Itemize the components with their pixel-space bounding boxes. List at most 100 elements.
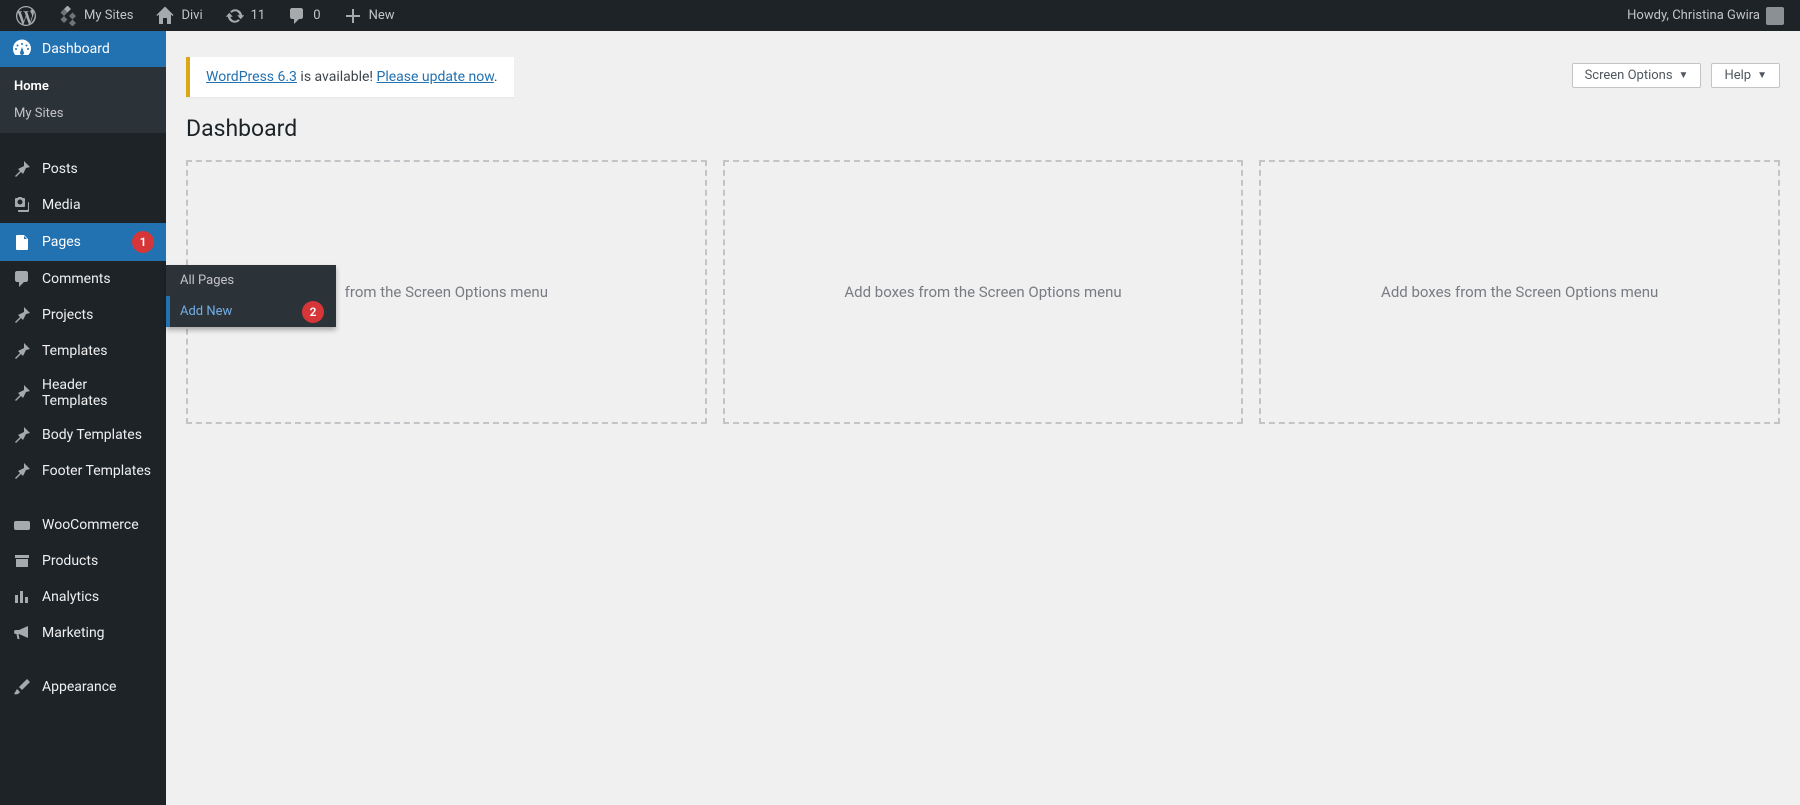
menu-posts[interactable]: Posts [0,151,166,187]
toolbar-right: Howdy, Christina Gwira [1619,7,1792,25]
dashboard-widgets: from the Screen Options menu Add boxes f… [186,160,1780,424]
page-title: Dashboard [186,115,1780,142]
update-notice: WordPress 6.3 is available! Please updat… [186,57,514,97]
howdy-label: Howdy, Christina Gwira [1627,8,1760,23]
my-sites-menu[interactable]: My Sites [50,6,141,26]
chart-bar-icon [12,587,32,607]
wp-logo-menu[interactable] [8,6,44,26]
dashboard-box-3: Add boxes from the Screen Options menu [1259,160,1780,424]
submenu-my-sites[interactable]: My Sites [0,100,166,127]
new-label: New [369,8,395,23]
screen-meta-links: Screen Options ▼ Help ▼ [1572,63,1780,88]
avatar [1766,7,1784,25]
comments-icon [12,269,32,289]
pin-icon [12,461,32,481]
menu-analytics-label: Analytics [42,589,154,605]
page-icon [12,232,32,252]
pages-flyout: All Pages Add New 2 [166,265,336,327]
submenu-dashboard: Home My Sites [0,67,166,133]
menu-projects[interactable]: Projects [0,297,166,333]
menu-body-templates[interactable]: Body Templates [0,417,166,453]
woocommerce-icon [12,515,32,535]
network-sites-icon [58,6,78,26]
site-name-label: Divi [181,8,202,23]
updates-menu[interactable]: 11 [217,6,274,26]
menu-dashboard[interactable]: Dashboard [0,31,166,67]
update-icon [225,6,245,26]
flyout-all-pages[interactable]: All Pages [166,265,336,296]
help-label: Help [1724,68,1751,83]
menu-separator [0,489,166,507]
pin-icon [12,383,32,403]
admin-menu: Dashboard Home My Sites Posts Media Page… [0,31,166,805]
admin-toolbar: My Sites Divi 11 0 New Howdy, Christina … [0,0,1800,31]
media-icon [12,195,32,215]
menu-media[interactable]: Media [0,187,166,223]
menu-header-templates-label: Header Templates [42,377,154,409]
triangle-down-icon: ▼ [1679,70,1689,81]
menu-woocommerce-label: WooCommerce [42,517,154,533]
menu-posts-label: Posts [42,161,154,177]
account-menu[interactable]: Howdy, Christina Gwira [1619,7,1792,25]
brush-icon [12,677,32,697]
home-icon [155,6,175,26]
menu-marketing-label: Marketing [42,625,154,641]
megaphone-icon [12,623,32,643]
menu-templates[interactable]: Templates [0,333,166,369]
submenu-home[interactable]: Home [0,73,166,100]
menu-body-templates-label: Body Templates [42,427,154,443]
screen-options-label: Screen Options [1585,68,1673,83]
menu-separator [0,133,166,151]
new-content-menu[interactable]: New [335,6,403,26]
site-name-menu[interactable]: Divi [147,6,210,26]
dashboard-box-text: from the Screen Options menu [345,283,548,301]
archive-icon [12,551,32,571]
dashboard-box-text: Add boxes from the Screen Options menu [844,283,1121,301]
updates-count: 11 [251,8,266,23]
pin-icon [12,159,32,179]
menu-appearance-label: Appearance [42,679,154,695]
comment-icon [287,6,307,26]
content-area: Screen Options ▼ Help ▼ WordPress 6.3 is… [166,31,1800,805]
menu-appearance[interactable]: Appearance [0,669,166,705]
triangle-down-icon: ▼ [1757,70,1767,81]
menu-comments[interactable]: Comments [0,261,166,297]
menu-projects-label: Projects [42,307,154,323]
menu-templates-label: Templates [42,343,154,359]
menu-products[interactable]: Products [0,543,166,579]
my-sites-label: My Sites [84,8,133,23]
notice-version-link[interactable]: WordPress 6.3 [206,69,297,85]
menu-woocommerce[interactable]: WooCommerce [0,507,166,543]
toolbar-left: My Sites Divi 11 0 New [8,6,403,26]
wordpress-icon [16,6,36,26]
pages-annotation-badge: 1 [132,231,154,253]
menu-analytics[interactable]: Analytics [0,579,166,615]
menu-header-templates[interactable]: Header Templates [0,369,166,417]
menu-comments-label: Comments [42,271,154,287]
menu-separator [0,651,166,669]
comments-menu[interactable]: 0 [279,6,328,26]
comments-count: 0 [313,8,320,23]
plus-icon [343,6,363,26]
dashboard-box-2: Add boxes from the Screen Options menu [723,160,1244,424]
notice-update-link[interactable]: Please update now [377,69,494,85]
menu-media-label: Media [42,197,154,213]
menu-footer-templates[interactable]: Footer Templates [0,453,166,489]
screen-options-button[interactable]: Screen Options ▼ [1572,63,1702,88]
pin-icon [12,425,32,445]
add-new-annotation-badge: 2 [302,301,324,323]
dashboard-icon [12,39,32,59]
menu-footer-templates-label: Footer Templates [42,463,154,479]
menu-marketing[interactable]: Marketing [0,615,166,651]
menu-pages-label: Pages [42,234,118,250]
notice-period: . [494,69,498,85]
pin-icon [12,305,32,325]
pin-icon [12,341,32,361]
dashboard-box-text: Add boxes from the Screen Options menu [1381,283,1658,301]
notice-text: is available! [297,69,377,85]
help-button[interactable]: Help ▼ [1711,63,1780,88]
menu-pages[interactable]: Pages 1 [0,223,166,261]
menu-products-label: Products [42,553,154,569]
menu-dashboard-label: Dashboard [42,41,154,57]
flyout-add-new[interactable]: Add New 2 [166,296,336,327]
